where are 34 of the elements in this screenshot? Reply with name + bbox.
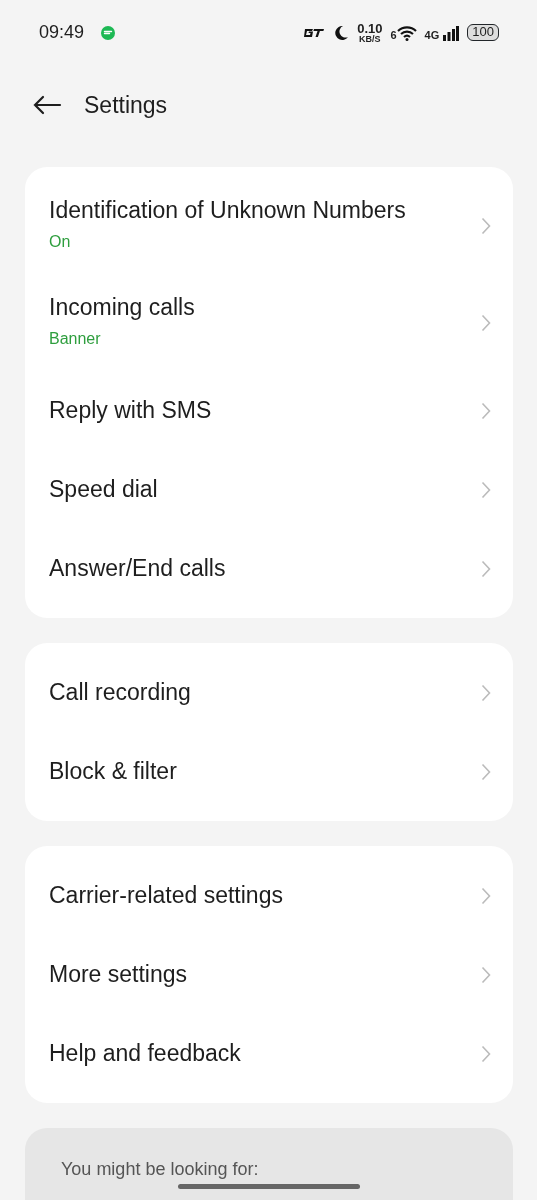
chat-app-icon — [100, 24, 117, 41]
battery-indicator: 100 — [467, 24, 499, 41]
settings-item[interactable]: Call recording — [25, 653, 513, 732]
chevron-right-icon — [481, 762, 491, 781]
moon-icon — [333, 24, 350, 41]
status-time: 09:49 — [39, 21, 85, 44]
chevron-right-icon — [481, 965, 491, 984]
suggestions-title: You might be looking for: — [61, 1158, 260, 1181]
network-type: 4G — [424, 29, 440, 41]
chevron-right-icon — [481, 480, 491, 499]
settings-item[interactable]: Answer/End calls — [25, 529, 513, 608]
settings-item[interactable]: Help and feedback — [25, 1014, 513, 1093]
chevron-right-icon — [481, 1044, 491, 1063]
chevron-right-icon — [481, 401, 491, 420]
chevron-right-icon — [481, 216, 491, 235]
chevron-right-icon — [481, 313, 491, 332]
gt-mode-icon — [303, 27, 326, 38]
settings-item[interactable]: Reply with SMS — [25, 371, 513, 450]
wifi-icon — [396, 24, 417, 41]
settings-item[interactable]: More settings — [25, 935, 513, 1014]
settings-item[interactable]: Speed dial — [25, 450, 513, 529]
chevron-right-icon — [481, 559, 491, 578]
settings-item[interactable]: Incoming calls Banner — [25, 274, 513, 371]
chevron-right-icon — [481, 886, 491, 905]
wifi-label: 6 — [390, 29, 397, 41]
page-title: Settings — [84, 90, 168, 120]
speed-unit: KB/S — [358, 34, 382, 44]
back-arrow-icon[interactable] — [32, 95, 62, 115]
network-speed: 0.10 — [357, 21, 383, 35]
settings-item[interactable]: Identification of Unknown Numbers On — [25, 177, 513, 274]
chevron-right-icon — [481, 683, 491, 702]
settings-item[interactable]: Carrier-related settings — [25, 856, 513, 935]
signal-icon — [443, 24, 460, 41]
settings-item[interactable]: Block & filter — [25, 732, 513, 811]
